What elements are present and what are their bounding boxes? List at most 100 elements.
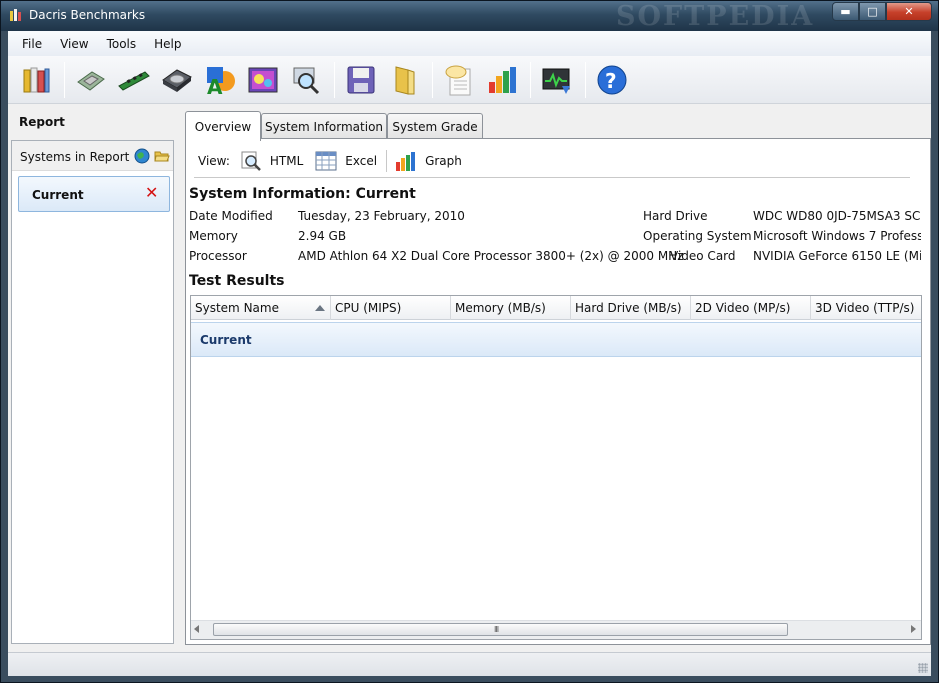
scroll-left-icon[interactable] [194, 625, 199, 633]
report-books-icon [23, 67, 50, 92]
divider [194, 177, 910, 178]
graph-icon [489, 66, 516, 93]
excel-view-icon [315, 151, 337, 171]
cpu-button[interactable] [71, 60, 111, 100]
view-toolbar: View: HTML Excel Graph [198, 149, 474, 173]
view-excel-label: Excel [345, 154, 378, 168]
cpu-chip-icon [77, 70, 105, 91]
system-item-current[interactable]: Current ✕ [18, 176, 170, 212]
hard-drive-button[interactable] [157, 60, 197, 100]
tab-system-grade[interactable]: System Grade [387, 113, 483, 140]
date-modified-label: Date Modified [189, 209, 273, 223]
menu-view[interactable]: View [51, 37, 97, 51]
system-information-title: System Information: Current [189, 186, 416, 202]
operating-system-label: Operating System [643, 229, 752, 243]
hard-drive-value: WDC WD80 0JD-75MSA3 SCSI Disk Device [753, 209, 921, 223]
overview-panel: View: HTML Excel Graph System Informatio… [185, 138, 931, 645]
view-label: View: [198, 154, 230, 168]
open-folder-icon[interactable] [154, 148, 170, 164]
notes-button[interactable] [439, 60, 479, 100]
open-folder-icon [395, 65, 415, 95]
app-window: Dacris Benchmarks SOFTPEDIA ▬ □ ✕ File V… [0, 0, 939, 683]
column-label: 3D Video (TTP/s) [815, 301, 915, 315]
app-logo-icon [10, 9, 21, 21]
horizontal-scrollbar[interactable]: III [191, 620, 921, 639]
view-graph-label: Graph [425, 154, 462, 168]
client-area: File View Tools Help A ? Report Systems … [8, 31, 931, 676]
view-html-button[interactable]: HTML [240, 150, 303, 172]
watermark: SOFTPEDIA [616, 1, 815, 32]
close-button[interactable]: ✕ [886, 2, 932, 21]
view-excel-button[interactable]: Excel [315, 150, 377, 172]
scroll-thumb[interactable]: III [213, 623, 788, 636]
table-row[interactable]: Current [191, 322, 921, 357]
toolbar-separator [585, 61, 586, 98]
add-system-icon[interactable] [134, 148, 150, 164]
window-title: Dacris Benchmarks [29, 8, 146, 22]
toolbar: A ? [8, 56, 931, 104]
memory-stick-icon [118, 70, 150, 91]
column-system-name[interactable]: System Name [191, 296, 331, 320]
remove-system-icon[interactable]: ✕ [145, 185, 158, 201]
3d-video-icon [248, 67, 278, 92]
system-info-button[interactable] [286, 60, 326, 100]
view-html-label: HTML [269, 154, 304, 168]
memory-label: Memory [189, 229, 238, 243]
memory-value: 2.94 GB [298, 229, 347, 243]
grid-header: System Name CPU (MIPS) Memory (MB/s) Har… [191, 296, 921, 320]
graph-button[interactable] [482, 60, 522, 100]
report-header: Report [19, 115, 65, 129]
help-icon: ? [597, 65, 627, 94]
menu-tools[interactable]: Tools [98, 37, 146, 51]
save-button[interactable] [341, 60, 381, 100]
open-button[interactable] [384, 60, 424, 100]
tab-overview[interactable]: Overview [185, 111, 261, 141]
monitor-button[interactable] [537, 60, 577, 100]
column-label: 2D Video (MP/s) [695, 301, 791, 315]
notes-icon [445, 65, 471, 95]
column-hard-drive[interactable]: Hard Drive (MB/s) [571, 296, 691, 320]
minimize-button[interactable]: ▬ [832, 2, 859, 21]
sort-ascending-icon [315, 305, 325, 311]
toolbar-separator [432, 61, 433, 98]
report-button[interactable] [16, 60, 56, 100]
column-cpu[interactable]: CPU (MIPS) [331, 296, 451, 320]
column-label: Hard Drive (MB/s) [575, 301, 682, 315]
help-button[interactable]: ? [592, 60, 632, 100]
column-memory[interactable]: Memory (MB/s) [451, 296, 571, 320]
systems-in-report-row: Systems in Report [12, 141, 173, 171]
processor-label: Processor [189, 249, 247, 263]
menu-file[interactable]: File [13, 37, 51, 51]
video-card-value: NVIDIA GeForce 6150 LE (Microsoft Corpor… [753, 249, 921, 263]
menu-help[interactable]: Help [145, 37, 190, 51]
scroll-grip: III [494, 625, 499, 634]
test-results-title: Test Results [189, 273, 285, 289]
2d-video-icon: A [207, 66, 235, 97]
column-2d-video[interactable]: 2D Video (MP/s) [691, 296, 811, 320]
3d-video-button[interactable] [243, 60, 283, 100]
column-3d-video[interactable]: 3D Video (TTP/s) [811, 296, 921, 320]
toolbar-separator [64, 61, 65, 98]
report-panel: Report Systems in Report Current ✕ [8, 104, 176, 644]
processor-value: AMD Athlon 64 X2 Dual Core Processor 380… [298, 249, 684, 263]
hard-drive-icon [162, 68, 192, 92]
memory-button[interactable] [114, 60, 154, 100]
maximize-icon: □ [867, 5, 878, 18]
maximize-button[interactable]: □ [859, 2, 886, 21]
scroll-right-icon[interactable] [911, 625, 916, 633]
svg-text:?: ? [605, 69, 617, 93]
toolbar-separator [334, 61, 335, 98]
resize-grip-icon[interactable] [918, 663, 928, 673]
title-bar[interactable]: Dacris Benchmarks SOFTPEDIA ▬ □ ✕ [1, 1, 938, 32]
operating-system-value: Microsoft Windows 7 Professional [753, 229, 921, 243]
tab-system-information[interactable]: System Information [261, 113, 387, 140]
status-bar [8, 652, 931, 676]
systems-in-report-label: Systems in Report [20, 150, 130, 164]
2d-video-button[interactable]: A [200, 60, 240, 100]
column-label: System Name [195, 301, 279, 315]
graph-view-icon [396, 152, 416, 171]
video-card-label: Video Card [670, 249, 736, 263]
html-view-icon [241, 151, 261, 171]
group-label-current: Current [200, 333, 252, 347]
view-graph-button[interactable]: Graph [395, 150, 462, 172]
